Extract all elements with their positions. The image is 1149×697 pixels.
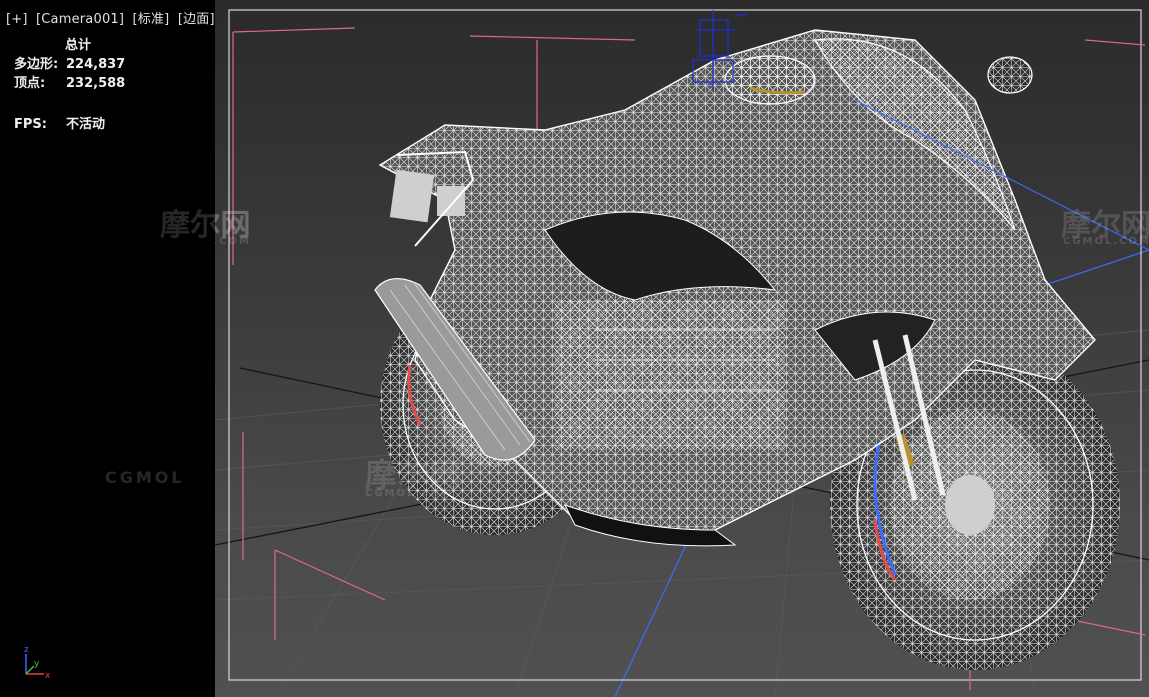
viewport-statistics: 总计 多边形: 224,837 顶点: 232,588 FPS: 不活动	[14, 36, 125, 134]
stats-polys-label: 多边形:	[14, 57, 59, 72]
camera-viewport[interactable]: 摩尔网 CGMOL.COM 摩尔网 CGMOL.COM 摩尔网 CGMOL.CO…	[215, 0, 1149, 697]
motorcycle-wireframe-scene[interactable]	[215, 0, 1149, 697]
stats-fps-value: 不活动	[66, 117, 106, 132]
stats-verts-label: 顶点:	[14, 76, 46, 91]
watermark-en: CGMOL.COM	[1063, 236, 1149, 247]
viewport-display-mode-menu[interactable]: [边面]	[178, 12, 215, 27]
stats-title: 总计	[65, 38, 92, 53]
watermark-short: CGMOL	[105, 468, 185, 487]
viewport-general-menu[interactable]: [+]	[6, 12, 28, 27]
viewport-camera-menu[interactable]: [Camera001]	[36, 12, 124, 27]
watermark-cn: 摩尔网	[160, 208, 250, 243]
stats-fps: FPS: 不活动	[14, 115, 125, 134]
axis-y-label: y	[34, 659, 40, 669]
viewport-shading-menu[interactable]: [标准]	[133, 12, 170, 27]
watermark-en: CGMOL.COM	[365, 488, 453, 499]
stats-polys: 多边形: 224,837	[14, 55, 125, 74]
stats-polys-value: 224,837	[66, 57, 126, 72]
axis-tripod-icon: z y x	[24, 645, 51, 681]
axis-z-label: z	[24, 645, 29, 655]
stats-verts-value: 232,588	[66, 76, 126, 91]
viewport-label-menu[interactable]: [+] [Camera001] [标准] [边面]	[6, 8, 219, 27]
stats-verts: 顶点: 232,588	[14, 74, 125, 93]
stats-fps-label: FPS:	[14, 117, 47, 132]
axis-x-label: x	[45, 671, 51, 681]
